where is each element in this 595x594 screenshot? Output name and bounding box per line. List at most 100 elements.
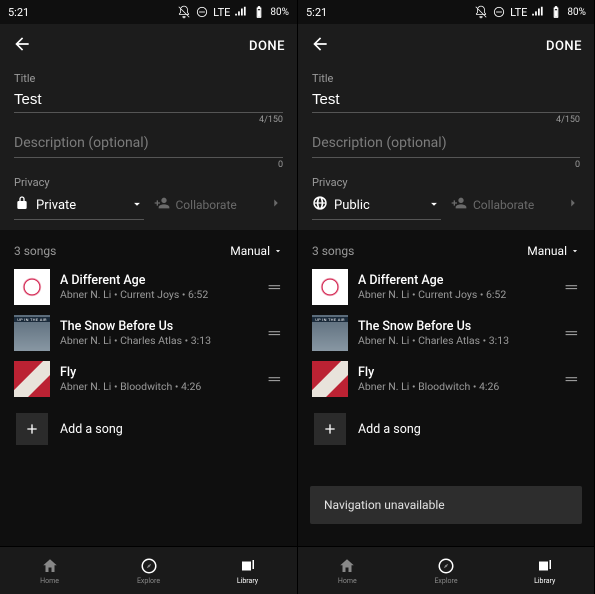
- nav-label: Home: [40, 577, 59, 585]
- drag-handle-icon[interactable]: ═: [265, 323, 283, 343]
- song-thumbnail: [14, 269, 50, 305]
- song-subtitle: Abner N. Li • Bloodwitch • 4:26: [60, 380, 255, 393]
- privacy-label: Privacy: [14, 176, 144, 189]
- song-subtitle: Abner N. Li • Charles Atlas • 3:13: [358, 334, 552, 347]
- compass-icon: [437, 557, 455, 575]
- chevron-right-icon: [566, 196, 580, 213]
- toast: Navigation unavailable: [310, 486, 582, 524]
- screen-public: 5:21 LTE 80% DONE Title 4/150 Descriptio…: [297, 0, 594, 594]
- compass-icon: [140, 557, 158, 575]
- dnd-icon: [195, 5, 209, 19]
- song-subtitle: Abner N. Li • Bloodwitch • 4:26: [358, 380, 552, 393]
- nav-label: Explore: [137, 577, 160, 585]
- privacy-dropdown[interactable]: Private: [14, 191, 144, 220]
- list-item[interactable]: A Different Age Abner N. Li • Current Jo…: [312, 264, 580, 310]
- add-song-button[interactable]: Add a song: [312, 406, 580, 452]
- bell-off-icon: [177, 5, 191, 19]
- library-icon: [536, 557, 554, 575]
- drag-handle-icon[interactable]: ═: [265, 277, 283, 297]
- chevron-right-icon: [269, 196, 283, 213]
- nav-library[interactable]: Library: [495, 547, 594, 594]
- nav-explore[interactable]: Explore: [99, 547, 198, 594]
- battery-pct: 80%: [567, 7, 586, 18]
- song-thumbnail: [312, 361, 348, 397]
- title-input[interactable]: [14, 87, 283, 113]
- nav-label: Explore: [434, 577, 457, 585]
- nav-label: Home: [338, 577, 357, 585]
- song-title: The Snow Before Us: [60, 319, 255, 334]
- desc-counter: 0: [14, 160, 283, 170]
- sort-value: Manual: [230, 244, 270, 258]
- chevron-down-icon: [130, 196, 144, 215]
- list-item[interactable]: The Snow Before Us Abner N. Li • Charles…: [14, 310, 283, 356]
- add-song-button[interactable]: Add a song: [14, 406, 283, 452]
- sort-value: Manual: [527, 244, 567, 258]
- network-type: LTE: [510, 6, 527, 19]
- description-input[interactable]: Description (optional): [312, 129, 580, 158]
- song-title: Fly: [60, 365, 255, 380]
- done-button[interactable]: DONE: [249, 39, 285, 54]
- bottom-nav: Home Explore Library: [298, 546, 594, 594]
- dnd-icon: [492, 5, 506, 19]
- bottom-nav: Home Explore Library: [0, 546, 297, 594]
- battery-icon: [252, 5, 266, 19]
- song-count: 3 songs: [14, 244, 56, 258]
- sort-dropdown[interactable]: Manual: [230, 244, 283, 258]
- screen-private: 5:21 LTE 80% DONE Title 4/150 Descriptio…: [0, 0, 297, 594]
- back-button[interactable]: [12, 34, 32, 58]
- title-counter: 4/150: [14, 115, 283, 125]
- list-item[interactable]: A Different Age Abner N. Li • Current Jo…: [14, 264, 283, 310]
- drag-handle-icon[interactable]: ═: [562, 277, 580, 297]
- nav-library[interactable]: Library: [198, 547, 297, 594]
- description-input[interactable]: Description (optional): [14, 129, 283, 158]
- title-counter: 4/150: [312, 115, 580, 125]
- nav-home[interactable]: Home: [298, 547, 397, 594]
- list-item[interactable]: Fly Abner N. Li • Bloodwitch • 4:26 ═: [312, 356, 580, 402]
- back-button[interactable]: [310, 34, 330, 58]
- drag-handle-icon[interactable]: ═: [562, 369, 580, 389]
- add-song-label: Add a song: [60, 422, 123, 437]
- signal-icon: [531, 5, 545, 19]
- song-list: A Different Age Abner N. Li • Current Jo…: [0, 264, 297, 546]
- chevron-down-icon: [570, 246, 580, 256]
- signal-icon: [234, 5, 248, 19]
- done-button[interactable]: DONE: [546, 39, 582, 54]
- privacy-value: Public: [334, 198, 370, 213]
- nav-home[interactable]: Home: [0, 547, 99, 594]
- nav-explore[interactable]: Explore: [397, 547, 496, 594]
- song-thumbnail: [312, 315, 348, 351]
- title-input[interactable]: [312, 87, 580, 113]
- home-icon: [41, 557, 59, 575]
- song-thumbnail: [14, 361, 50, 397]
- song-thumbnail: [14, 315, 50, 351]
- title-label: Title: [312, 72, 580, 85]
- plus-icon: [314, 413, 346, 445]
- privacy-dropdown[interactable]: Public: [312, 191, 441, 220]
- list-item[interactable]: The Snow Before Us Abner N. Li • Charles…: [312, 310, 580, 356]
- privacy-label: Privacy: [312, 176, 441, 189]
- status-bar: 5:21 LTE 80%: [298, 0, 594, 24]
- song-subtitle: Abner N. Li • Current Joys • 6:52: [60, 288, 255, 301]
- sort-dropdown[interactable]: Manual: [527, 244, 580, 258]
- home-icon: [338, 557, 356, 575]
- plus-icon: [16, 413, 48, 445]
- add-song-label: Add a song: [358, 422, 421, 437]
- bell-off-icon: [474, 5, 488, 19]
- song-count: 3 songs: [312, 244, 354, 258]
- song-title: A Different Age: [60, 273, 255, 288]
- chevron-down-icon: [273, 246, 283, 256]
- battery-pct: 80%: [270, 7, 289, 18]
- collaborate-button[interactable]: Collaborate: [154, 195, 284, 220]
- song-thumbnail: [312, 269, 348, 305]
- drag-handle-icon[interactable]: ═: [562, 323, 580, 343]
- nav-label: Library: [534, 577, 555, 585]
- lock-icon: [14, 195, 30, 215]
- library-icon: [239, 557, 257, 575]
- list-item[interactable]: Fly Abner N. Li • Bloodwitch • 4:26 ═: [14, 356, 283, 402]
- title-label: Title: [14, 72, 283, 85]
- globe-icon: [312, 195, 328, 215]
- collaborate-button[interactable]: Collaborate: [451, 195, 580, 220]
- drag-handle-icon[interactable]: ═: [265, 369, 283, 389]
- collaborate-label: Collaborate: [473, 198, 534, 212]
- status-bar: 5:21 LTE 80%: [0, 0, 297, 24]
